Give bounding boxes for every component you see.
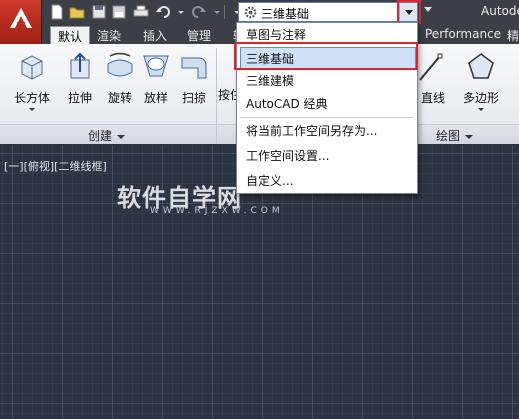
tab-performance[interactable]: Performance — [418, 26, 508, 44]
polygon-icon — [468, 53, 494, 79]
save-as-icon[interactable] — [110, 3, 128, 21]
app-title: Autode — [481, 4, 519, 18]
menu-separator — [240, 117, 414, 118]
create-panel-title: 创建 — [88, 127, 125, 144]
tab-insert[interactable]: 插入 — [136, 26, 174, 44]
autocad-logo-icon — [10, 8, 32, 28]
quick-access-customize-icon[interactable] — [424, 7, 432, 12]
highlight-box-selected-item — [234, 42, 418, 70]
revolve-icon — [107, 52, 133, 77]
extrude-tool[interactable]: 拉伸 — [60, 50, 100, 106]
tab-manage[interactable]: 管理 — [180, 26, 218, 44]
workspace-switcher[interactable]: 三维基础 — [238, 2, 418, 22]
tab-default[interactable]: 默认 — [50, 26, 91, 44]
sweep-tool[interactable]: 扫掠 — [174, 50, 214, 106]
polygon-tool[interactable]: 多边形 — [458, 50, 504, 111]
line-tool[interactable]: 直线 — [418, 50, 448, 106]
toolbar-overflow-icon[interactable] — [228, 3, 240, 21]
sweep-icon — [181, 57, 207, 79]
undo-icon[interactable] — [154, 3, 172, 21]
menu-item-customize[interactable]: 自定义... — [237, 170, 417, 192]
print-icon[interactable] — [132, 3, 150, 21]
menu-item-save-workspace-as[interactable]: 将当前工作空间另存为... — [237, 120, 417, 142]
extrude-tool-label: 拉伸 — [67, 91, 92, 105]
tab-partial[interactable]: 精 — [500, 26, 519, 44]
box-tool-label: 长方体 — [13, 91, 50, 105]
sweep-tool-label: 扫掠 — [181, 91, 206, 105]
toolbar-separator — [224, 5, 225, 19]
create-panel-bar[interactable]: 创建 — [0, 124, 216, 144]
loft-icon — [143, 55, 169, 77]
polygon-tool-label: 多边形 — [462, 91, 499, 105]
redo-icon[interactable] — [190, 3, 208, 21]
polygon-tool-menu-arrow[interactable] — [478, 108, 484, 111]
line-tool-label: 直线 — [420, 91, 445, 105]
watermark-url: WWW.RJZXW.COM — [150, 206, 284, 216]
menu-item-autocad-classic[interactable]: AutoCAD 经典 — [237, 93, 417, 115]
revolve-tool-label: 旋转 — [107, 91, 132, 105]
menu-item-workspace-settings[interactable]: 工作空间设置... — [237, 145, 417, 167]
redo-dropdown-icon[interactable] — [208, 3, 220, 21]
tab-render[interactable]: 渲染 — [90, 26, 128, 44]
undo-dropdown-icon[interactable] — [172, 3, 184, 21]
application-menu-button[interactable] — [0, 0, 42, 44]
workspace-current-value: 三维基础 — [261, 7, 310, 21]
box-tool-menu-arrow[interactable] — [29, 108, 35, 111]
extrude-icon — [70, 52, 90, 79]
gear-icon — [244, 6, 257, 19]
save-icon[interactable] — [90, 3, 108, 21]
loft-tool-label: 放样 — [143, 91, 168, 105]
open-folder-icon[interactable] — [68, 3, 86, 21]
new-file-icon[interactable] — [48, 3, 66, 21]
revolve-tool[interactable]: 旋转 — [100, 50, 140, 106]
box-tool[interactable]: 长方体 — [12, 50, 52, 111]
loft-tool[interactable]: 放样 — [136, 50, 176, 106]
line-icon — [419, 53, 443, 81]
menu-item-3d-modeling[interactable]: 三维建模 — [237, 70, 417, 92]
draw-panel-title: 绘图 — [436, 127, 473, 144]
box-icon — [21, 55, 43, 80]
viewport-controls-label[interactable]: [一][俯视][二维线框] — [4, 158, 107, 174]
